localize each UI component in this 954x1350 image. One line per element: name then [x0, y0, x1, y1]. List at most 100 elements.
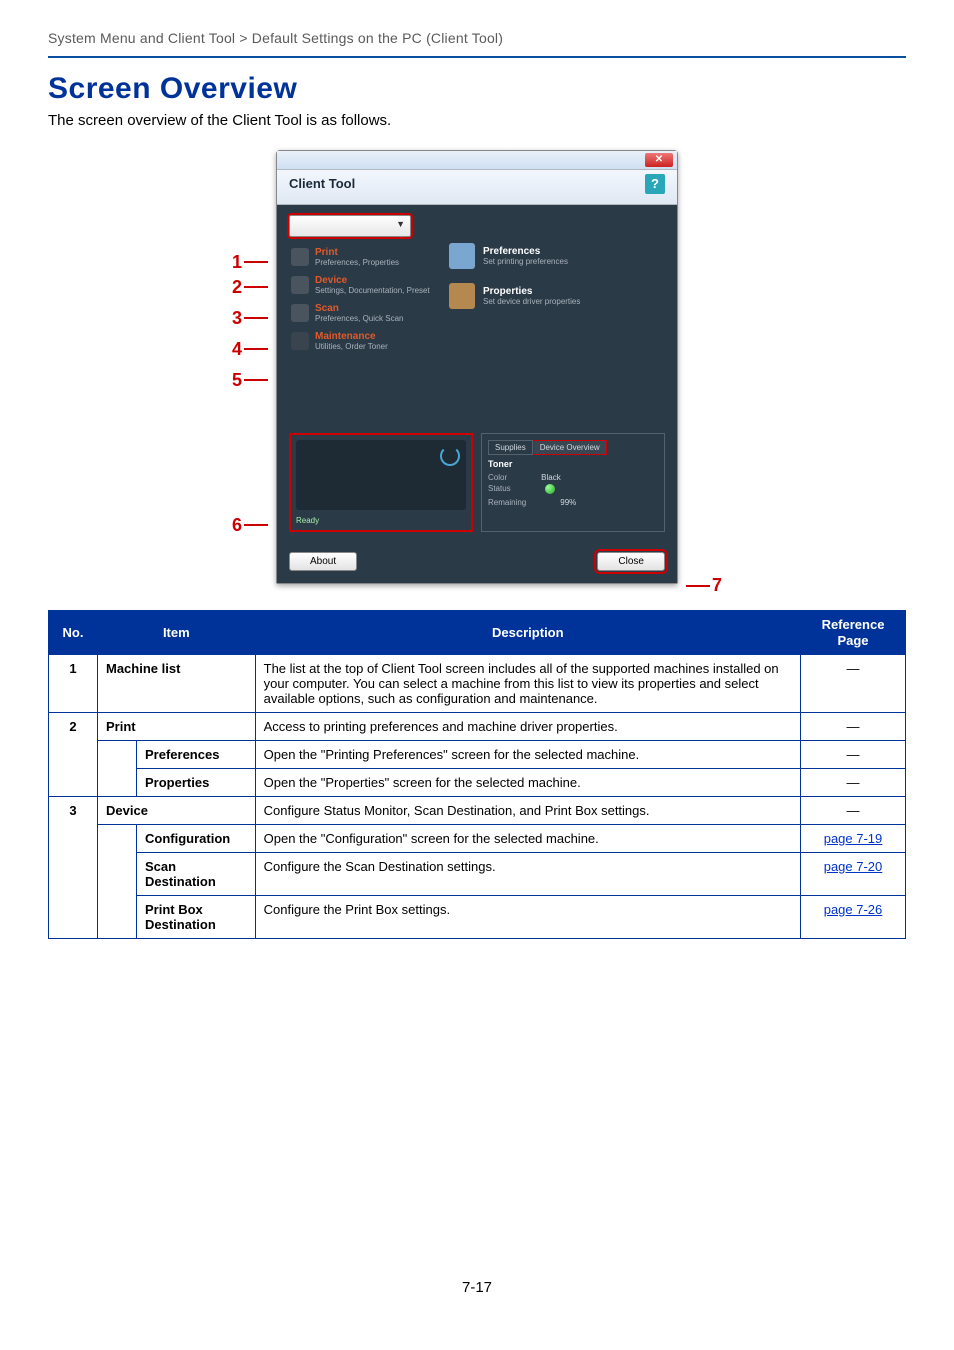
- cell-subitem: Print Box Destination: [137, 896, 256, 939]
- nav-device-title: Device: [315, 275, 430, 286]
- preferences-icon: [449, 243, 475, 269]
- table-row: 1 Machine list The list at the top of Cl…: [49, 655, 906, 713]
- help-button[interactable]: ?: [645, 174, 665, 194]
- cell-ref: —: [801, 655, 906, 713]
- cell-item: Machine list: [98, 655, 256, 713]
- table-row: 2 Print Access to printing preferences a…: [49, 713, 906, 741]
- nav-print-title: Print: [315, 247, 399, 258]
- right-callouts: 7: [678, 137, 722, 596]
- cell-subitem: Properties: [137, 769, 256, 797]
- intro-text: The screen overview of the Client Tool i…: [48, 112, 906, 129]
- scan-icon: [291, 304, 309, 322]
- device-status-panel: Ready: [289, 433, 473, 532]
- breadcrumb: System Menu and Client Tool > Default Se…: [48, 30, 906, 58]
- status-ready: Ready: [296, 516, 466, 525]
- page-title: Screen Overview: [48, 72, 906, 106]
- nav-item-device[interactable]: Device Settings, Documentation, Preset: [289, 271, 439, 299]
- page-number: 7-17: [48, 1279, 906, 1296]
- cell-desc: Open the "Configuration" screen for the …: [255, 825, 800, 853]
- cell-desc: Open the "Printing Preferences" screen f…: [255, 741, 800, 769]
- callout-3: 3: [232, 308, 270, 329]
- toner-color-label: Color: [488, 473, 507, 482]
- th-desc: Description: [255, 611, 800, 655]
- screenshot-figure: 1 2 3 4 5 6 ✕ Client Tool ?: [48, 137, 906, 596]
- cell-subitem: Configuration: [137, 825, 256, 853]
- toner-remaining-label: Remaining: [488, 498, 526, 507]
- th-item: Item: [98, 611, 256, 655]
- nav-scan-title: Scan: [315, 303, 403, 314]
- tab-device-overview[interactable]: Device Overview: [533, 440, 607, 455]
- opt-pref-title: Preferences: [483, 246, 568, 257]
- supplies-panel: Supplies Device Overview Toner Color Blac…: [481, 433, 665, 532]
- cell-no: 3: [49, 797, 98, 939]
- cell-ref: —: [801, 797, 906, 825]
- nav-maint-title: Maintenance: [315, 331, 388, 342]
- callout-6: 6: [232, 515, 270, 536]
- nav-item-print[interactable]: Print Preferences, Properties: [289, 243, 439, 271]
- overview-table: No. Item Description Reference Page 1 Ma…: [48, 610, 906, 939]
- ref-link[interactable]: page 7-20: [824, 859, 883, 874]
- print-icon: [291, 248, 309, 266]
- about-button[interactable]: About: [289, 552, 357, 571]
- table-row: Print Box Destination Configure the Prin…: [49, 896, 906, 939]
- th-ref: Reference Page: [801, 611, 906, 655]
- toner-color-value: Black: [541, 473, 561, 482]
- callout-5: 5: [232, 370, 270, 391]
- nav-maint-sub: Utilities, Order Toner: [315, 342, 388, 351]
- opt-preferences[interactable]: Preferences Set printing preferences: [449, 243, 665, 269]
- opt-properties[interactable]: Properties Set device driver properties: [449, 283, 665, 309]
- cell-subitem: Scan Destination: [137, 853, 256, 896]
- device-icon: [291, 276, 309, 294]
- cell-subitem: Preferences: [137, 741, 256, 769]
- opt-prop-sub: Set device driver properties: [483, 297, 580, 306]
- client-tool-window: ✕ Client Tool ? Print Pr: [276, 150, 678, 584]
- cell-ref: —: [801, 741, 906, 769]
- callout-4: 4: [232, 339, 270, 360]
- cell-desc: The list at the top of Client Tool scree…: [255, 655, 800, 713]
- nav-item-scan[interactable]: Scan Preferences, Quick Scan: [289, 299, 439, 327]
- table-row: Preferences Open the "Printing Preferenc…: [49, 741, 906, 769]
- window-titlebar: ✕: [277, 151, 677, 170]
- tool-header: Client Tool ?: [277, 170, 677, 205]
- printer-image: [296, 440, 466, 510]
- callout-1: 1: [232, 252, 270, 273]
- status-ok-icon: [545, 484, 555, 494]
- maintenance-icon: [291, 332, 309, 350]
- machine-selector[interactable]: [289, 215, 411, 237]
- tool-header-title: Client Tool: [289, 176, 355, 191]
- cell-desc: Open the "Properties" screen for the sel…: [255, 769, 800, 797]
- cell-no: 1: [49, 655, 98, 713]
- table-row: Configuration Open the "Configuration" s…: [49, 825, 906, 853]
- ref-link[interactable]: page 7-19: [824, 831, 883, 846]
- cell-ref: —: [801, 713, 906, 741]
- nav-scan-sub: Preferences, Quick Scan: [315, 314, 403, 323]
- callout-7: 7: [684, 575, 722, 596]
- cell-item: Device: [98, 797, 256, 825]
- toner-remaining-value: 99%: [560, 498, 576, 507]
- toner-status-label: Status: [488, 484, 511, 496]
- nav-item-maintenance[interactable]: Maintenance Utilities, Order Toner: [289, 327, 439, 355]
- cell-ref: —: [801, 769, 906, 797]
- cell-desc: Configure Status Monitor, Scan Destinati…: [255, 797, 800, 825]
- close-button[interactable]: Close: [597, 552, 665, 571]
- nav-device-sub: Settings, Documentation, Preset: [315, 286, 430, 295]
- left-callouts: 1 2 3 4 5 6: [232, 198, 276, 536]
- window-close-button[interactable]: ✕: [645, 153, 673, 167]
- ref-link[interactable]: page 7-26: [824, 902, 883, 917]
- cell-desc: Configure the Print Box settings.: [255, 896, 800, 939]
- cell-indent: [98, 825, 137, 939]
- opt-pref-sub: Set printing preferences: [483, 257, 568, 266]
- opt-prop-title: Properties: [483, 286, 580, 297]
- table-row: Scan Destination Configure the Scan Dest…: [49, 853, 906, 896]
- refresh-icon[interactable]: [440, 446, 460, 466]
- cell-desc: Configure the Scan Destination settings.: [255, 853, 800, 896]
- status-area: Ready Supplies Device Overview Toner Col…: [277, 425, 677, 544]
- callout-2: 2: [232, 277, 270, 298]
- properties-icon: [449, 283, 475, 309]
- nav-list: Print Preferences, Properties Device Set…: [289, 243, 439, 355]
- cell-desc: Access to printing preferences and machi…: [255, 713, 800, 741]
- tab-supplies[interactable]: Supplies: [488, 440, 533, 455]
- table-row: 3 Device Configure Status Monitor, Scan …: [49, 797, 906, 825]
- toner-heading: Toner: [488, 459, 658, 469]
- right-pane: Preferences Set printing preferences Pro…: [439, 243, 665, 355]
